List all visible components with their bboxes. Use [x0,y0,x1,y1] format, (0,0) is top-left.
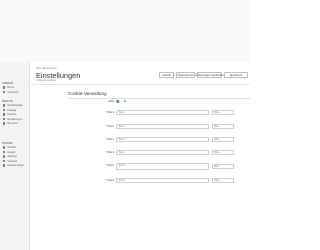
sidebar-item-label: Einstellungen [7,104,23,107]
home-icon [3,86,6,89]
header-divider [31,84,250,85]
active-toggle-text: Ja [123,100,127,103]
section-divider [68,97,250,99]
text-field-5[interactable]: Text 5 [116,163,209,170]
sidebar-item-label: Design [7,150,16,154]
active-toggle[interactable] [116,99,122,104]
active-label: Aktiv [108,100,114,103]
sidebar-item-einstellungen[interactable]: Einstellungen [3,104,23,108]
language-select-4[interactable]: DE ▾ [212,150,234,155]
field-label-2: * Text 2 [105,125,114,128]
sidebar-item-label: Katalog [7,108,17,112]
field-label-4: * Text 4 [105,151,114,154]
field-label-5: * Text 5 [105,164,114,167]
sidebar-item-uebersicht[interactable]: Übersicht [3,90,18,94]
chevron-down-icon: ▾ [218,151,220,154]
sidebar-item-bestellungen[interactable]: Bestellungen [3,117,22,121]
sidebar-item-label: Erweiterungen [7,164,25,167]
orders-icon [3,117,6,121]
extensions-icon [3,164,6,167]
sidebar-item-zahlung[interactable]: Zahlung [3,155,17,159]
page-subtitle: Cookie-Verwaltung [36,79,57,82]
apply-button[interactable]: Übernehmen [176,71,195,78]
chevron-down-icon: ▾ [218,179,220,182]
overview-icon [3,90,6,94]
language-select-2[interactable]: DE ▾ [212,124,234,129]
sidebar-item-label: Home [7,86,15,89]
sidebar-item-label: Benutzer [7,122,18,125]
sidebar-item-label: Versand [7,159,17,163]
chevron-down-icon: ▾ [218,125,220,128]
sidebar-item-label: Zahlung [7,155,17,158]
catalog-icon [3,108,6,112]
user-icon [3,122,6,125]
sidebar-item-kunden[interactable]: Kunden [3,113,16,117]
main-content [31,62,250,250]
language-select-1[interactable]: DE ▾ [212,110,234,115]
sidebar-item-versand[interactable]: Versand [3,159,17,163]
breadcrumb: Start › Einstellungen [36,68,57,70]
sidebar-item-benutzer[interactable]: Benutzer [3,122,18,126]
text-field-4[interactable]: Text 4 [116,150,209,155]
design-icon [3,150,6,154]
chevron-down-icon: ▾ [218,111,220,114]
chevron-down-icon: ▾ [218,138,220,141]
field-label-3: * Text 3 [105,138,114,141]
text-field-2[interactable]: Text 2 [116,124,209,129]
chevron-down-icon: ▾ [218,165,220,167]
sidebar-item-home[interactable]: Home [3,86,14,90]
save-button[interactable]: Speichern [224,71,248,78]
customers-icon [3,113,6,116]
language-select-6[interactable]: DE ▾ [212,178,234,183]
discard-button[interactable]: Änderungen verwerfen [195,71,224,78]
sidebar-item-label: Übersicht [7,90,19,94]
sidebar-item-module[interactable]: Module [3,146,16,150]
sidebar-item-katalog[interactable]: Katalog [3,108,16,112]
settings-icon [3,104,6,107]
shipping-icon [3,159,6,163]
section-title: Cookie-Verwaltung [68,91,107,96]
text-field-6[interactable]: Text 6 [116,178,209,183]
toggle-knob [118,99,122,103]
field-label-6: * Text 6 [105,179,114,182]
sidebar-item-erweiterungen[interactable]: Erweiterungen [3,164,24,168]
sidebar-item-label: Bestellungen [7,117,23,121]
module-icon [3,146,6,149]
back-button[interactable]: Zurück [159,71,174,78]
language-select-5[interactable]: DE ▾ [212,163,234,169]
field-label-1: * Text 1 [105,111,114,114]
top-background [0,0,250,62]
sidebar-item-label: Module [7,146,16,149]
text-field-1[interactable]: Text 1 [116,110,209,115]
language-select-3[interactable]: DE ▾ [212,137,234,142]
sidebar-item-design[interactable]: Design [3,150,15,154]
payment-icon [3,155,6,158]
sidebar-item-label: Kunden [7,113,17,116]
text-field-3[interactable]: Text 3 [116,137,209,142]
